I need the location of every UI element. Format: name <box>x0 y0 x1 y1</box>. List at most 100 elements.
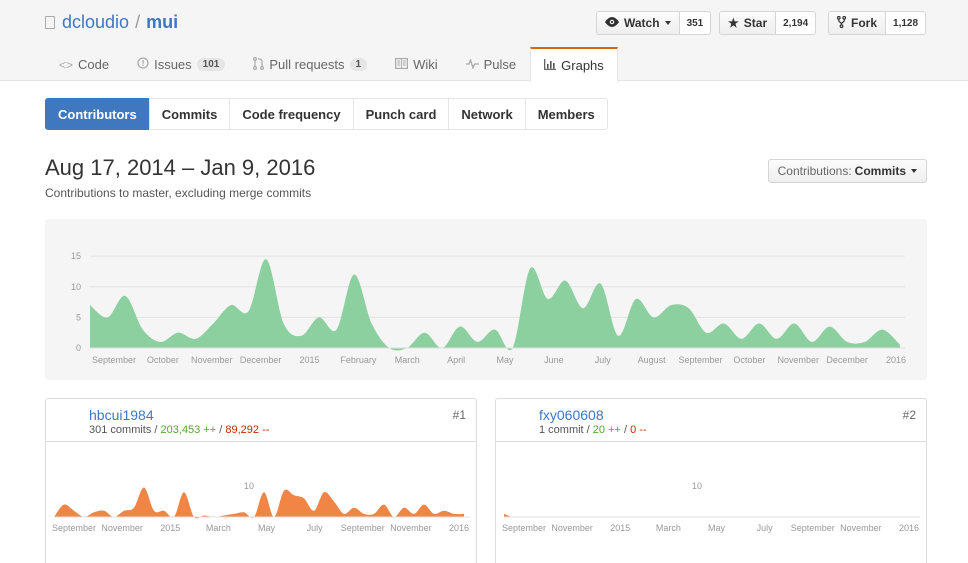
repo-title: dcloudio / mui <box>45 12 178 33</box>
chart-x-tick-label: October <box>147 355 179 365</box>
chart-x-tick-label: May <box>708 523 726 533</box>
tab-code-label: Code <box>78 57 110 72</box>
chart-x-tick-label: July <box>757 523 774 533</box>
chevron-down-icon <box>664 21 671 25</box>
subnav-punch-card[interactable]: Punch card <box>352 98 450 130</box>
contributions-select-prefix: Contributions: <box>777 164 852 178</box>
chart-x-tick-label: November <box>191 355 233 365</box>
chart-x-tick-label: December <box>240 355 282 365</box>
contributions-select-value: Commits <box>854 164 906 178</box>
watch-count[interactable]: 351 <box>679 12 711 34</box>
chart-x-tick-label: March <box>395 355 420 365</box>
subnav-contributors[interactable]: Contributors <box>45 98 150 130</box>
tab-wiki[interactable]: Wiki <box>381 47 452 81</box>
chart-x-tick-label: March <box>656 523 681 533</box>
tab-issues-label: Issues <box>154 57 192 72</box>
chart-x-tick-label: September <box>92 355 136 365</box>
contributor-identicon[interactable] <box>505 408 532 435</box>
contributor-rank: #2 <box>902 408 916 422</box>
chevron-down-icon <box>911 169 917 173</box>
contributor-additions: 20 ++ <box>592 424 621 436</box>
chart-x-tick-label: November <box>551 523 593 533</box>
fork-button[interactable]: Fork <box>829 12 887 34</box>
star-icon: ★ <box>728 16 739 30</box>
chart-x-tick-label: February <box>340 355 377 365</box>
eye-icon <box>605 16 619 30</box>
contributor-stats: 1 commit / 20 ++ / 0 -- <box>539 424 647 436</box>
date-range-subtitle: Contributions to master, excluding merge… <box>45 186 312 200</box>
pulse-icon <box>465 57 479 72</box>
star-label: Star <box>743 16 768 30</box>
fork-icon <box>836 15 847 31</box>
repo-name-link[interactable]: mui <box>146 12 178 33</box>
contributor-rank: #1 <box>452 408 466 422</box>
chart-x-tick-label: November <box>777 355 819 365</box>
chart-x-tick-label: May <box>258 523 276 533</box>
contributor-stats: 301 commits / 203,453 ++ / 89,292 -- <box>89 424 270 436</box>
graph-icon <box>544 58 557 73</box>
contributor-additions: 203,453 ++ <box>160 424 217 436</box>
tab-graphs[interactable]: Graphs <box>530 47 618 82</box>
chart-area-series <box>54 487 464 519</box>
contributor-1-chart-svg: 10 September November 2015 March May July Septe… <box>52 481 470 533</box>
contributions-main-chart[interactable]: 0 5 10 15 September October November December 20… <box>45 219 927 380</box>
chart-x-tick-label: July <box>307 523 324 533</box>
chart-x-tick-label: 2016 <box>886 355 906 365</box>
chart-y-tick-label: 10 <box>244 481 254 491</box>
chart-x-tick-label: September <box>791 523 835 533</box>
chart-y-tick-label: 0 <box>76 343 81 353</box>
tab-graphs-label: Graphs <box>561 58 604 73</box>
tab-issues[interactable]: Issues 101 <box>123 47 239 81</box>
chart-x-tick-label: October <box>733 355 765 365</box>
repo-nav: <> Code Issues 101 Pull requests 1 Wiki <box>45 47 618 82</box>
contributor-commits-link[interactable]: 1 commit <box>539 424 584 436</box>
chart-x-tick-label: September <box>52 523 96 533</box>
chart-y-tick-label: 10 <box>71 282 81 292</box>
watch-button[interactable]: Watch <box>597 12 680 34</box>
chart-x-tick-label: 2015 <box>160 523 180 533</box>
contributor-card-header: fxy060608 1 commit / 20 ++ / 0 -- #2 <box>496 399 926 442</box>
subnav-code-frequency[interactable]: Code frequency <box>229 98 354 130</box>
subnav-commits[interactable]: Commits <box>148 98 231 130</box>
contributor-card-1: hbcui1984 301 commits / 203,453 ++ / 89,… <box>45 398 477 563</box>
repo-icon <box>45 16 55 29</box>
book-icon <box>395 57 409 72</box>
star-count[interactable]: 2,194 <box>776 12 816 34</box>
repo-header: dcloudio / mui Watch 351 ★ Star 2,194 Fo… <box>0 0 968 82</box>
date-range-title: Aug 17, 2014 – Jan 9, 2016 <box>45 155 316 180</box>
contributor-name-link[interactable]: fxy060608 <box>539 407 604 423</box>
chart-x-tick-label: December <box>826 355 868 365</box>
star-button-group: ★ Star 2,194 <box>719 11 817 35</box>
chart-x-tick-label: June <box>544 355 564 365</box>
contributor-commits-link[interactable]: 301 commits <box>89 424 151 436</box>
repo-owner-link[interactable]: dcloudio <box>62 12 129 33</box>
chart-x-tick-label: May <box>496 355 514 365</box>
tab-pull-requests-label: Pull requests <box>269 57 345 72</box>
chart-x-tick-label: April <box>447 355 465 365</box>
fork-count[interactable]: 1,128 <box>886 12 926 34</box>
contributor-card-header: hbcui1984 301 commits / 203,453 ++ / 89,… <box>46 399 476 442</box>
code-icon: <> <box>59 57 74 72</box>
subnav-network[interactable]: Network <box>448 98 526 130</box>
subnav-members[interactable]: Members <box>524 98 608 130</box>
contributor-card-2: fxy060608 1 commit / 20 ++ / 0 -- #2 10 S… <box>495 398 927 563</box>
tab-pulse[interactable]: Pulse <box>452 47 531 81</box>
chart-x-tick-label: 2015 <box>610 523 630 533</box>
tab-wiki-label: Wiki <box>413 57 438 72</box>
contributor-name-link[interactable]: hbcui1984 <box>89 407 154 423</box>
watch-button-group: Watch 351 <box>596 11 712 35</box>
repo-separator: / <box>135 12 141 32</box>
tab-code[interactable]: <> Code <box>45 47 123 81</box>
issue-icon <box>137 57 149 72</box>
star-button[interactable]: ★ Star <box>720 12 777 34</box>
tab-pull-requests[interactable]: Pull requests 1 <box>239 47 381 81</box>
graphs-subnav: Contributors Commits Code frequency Punc… <box>45 98 608 130</box>
contributions-main-chart-svg: 0 5 10 15 September October November December 20… <box>71 251 906 365</box>
chart-y-tick-label: 5 <box>76 312 81 322</box>
chart-y-tick-label: 10 <box>692 481 702 491</box>
fork-label: Fork <box>851 16 878 30</box>
contributions-type-select[interactable]: Contributions: Commits <box>767 159 927 183</box>
contributor-avatar[interactable] <box>55 408 82 435</box>
pull-requests-count-badge: 1 <box>349 58 368 71</box>
chart-x-tick-label: September <box>341 523 385 533</box>
